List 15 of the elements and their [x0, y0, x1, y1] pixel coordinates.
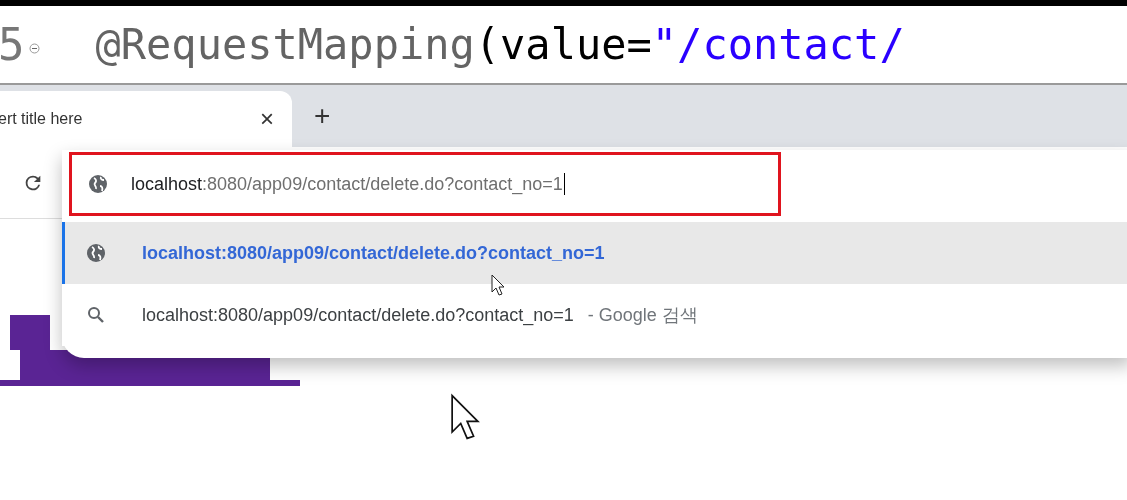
search-engine-label: - Google 검색: [587, 303, 698, 327]
search-icon: [87, 306, 105, 324]
globe-icon: [86, 243, 106, 263]
text-caret: [563, 173, 566, 195]
address-field[interactable]: localhost:8080/app09/contact/delete.do?contact_no=1: [69, 152, 781, 216]
globe-icon: [88, 174, 108, 194]
address-text: localhost:8080/app09/contact/delete.do?contact_no=1: [131, 172, 563, 197]
cursor-icon: [450, 393, 480, 441]
cursor-icon: [491, 274, 505, 296]
line-number: 5: [0, 22, 25, 67]
code-line: @RequestMapping(value="/contact/: [95, 23, 905, 66]
fold-icon: [28, 43, 40, 54]
new-tab-button[interactable]: +: [314, 95, 331, 137]
suggestion-item[interactable]: localhost:8080/app09/contact/delete.do?contact_no=1: [62, 222, 1127, 284]
close-button[interactable]: ×: [260, 101, 274, 137]
